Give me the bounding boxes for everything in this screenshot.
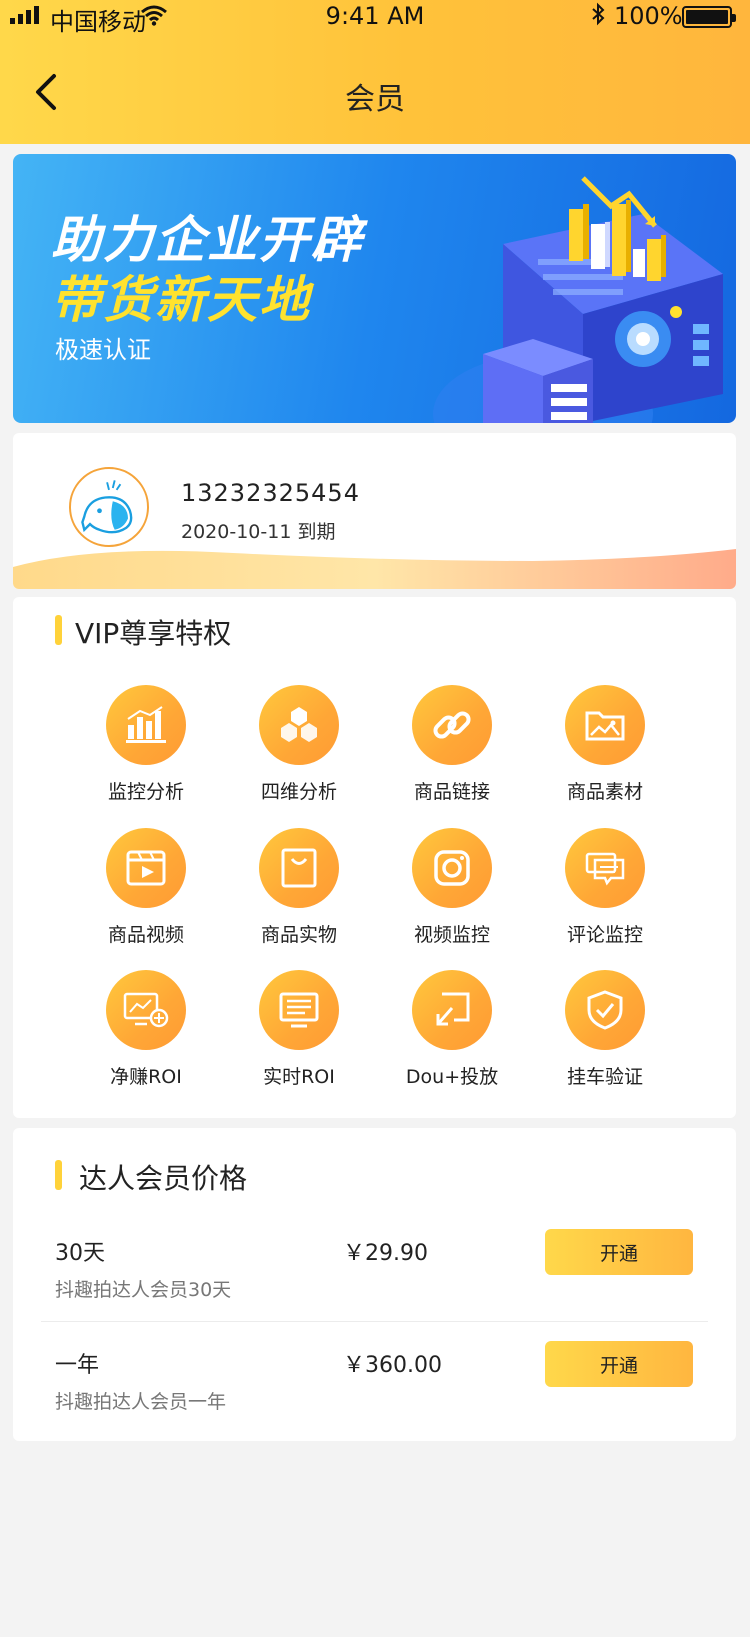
server-chart-illustration <box>433 176 723 423</box>
plan-description: 抖趣拍达人会员一年 <box>55 1391 227 1413</box>
plan-name: 30天 <box>55 1241 105 1266</box>
bar-chart-icon <box>106 685 186 765</box>
feature-label: 视频监控 <box>413 924 490 946</box>
status-bar: 中国移动 9:41 AM 100% <box>0 0 750 36</box>
banner-caption: 极速认证 <box>55 336 151 364</box>
header: 中国移动 9:41 AM 100% 会员 <box>0 0 750 144</box>
shield-check-icon <box>565 970 645 1050</box>
feature-label: 挂车验证 <box>566 1066 643 1088</box>
screen-list-icon <box>259 970 339 1050</box>
feature-label: 商品链接 <box>413 781 490 803</box>
activate-button-one-year[interactable]: 开通 <box>545 1341 693 1387</box>
feature-label: 商品素材 <box>566 781 643 803</box>
banner-subheadline: 带货新天地 <box>51 271 311 329</box>
feature-video-monitor[interactable]: 视频监控 <box>387 828 517 947</box>
feature-label: 监控分析 <box>107 781 184 803</box>
decorative-wave <box>13 549 736 589</box>
feature-label: 净赚ROI <box>110 1066 182 1088</box>
plan-price: ￥360.00 <box>343 1353 442 1378</box>
image-folder-icon <box>565 685 645 765</box>
feature-label: Dou+投放 <box>405 1066 499 1088</box>
arrow-box-icon <box>412 970 492 1050</box>
monitor-chart-icon <box>106 970 186 1050</box>
promo-banner[interactable]: 助力企业开辟 带货新天地 极速认证 <box>13 154 736 423</box>
plan-price: ￥29.90 <box>343 1241 428 1266</box>
feature-label: 商品视频 <box>107 924 184 946</box>
feature-label: 评论监控 <box>566 924 643 946</box>
feature-product-material[interactable]: 商品素材 <box>540 685 670 804</box>
page-title: 会员 <box>345 82 405 117</box>
activate-button-30-days[interactable]: 开通 <box>545 1229 693 1275</box>
divider <box>41 1321 708 1322</box>
feature-dou-plus[interactable]: Dou+投放 <box>387 970 517 1089</box>
video-icon <box>106 828 186 908</box>
camera-icon <box>412 828 492 908</box>
feature-product-physical[interactable]: 商品实物 <box>234 828 364 947</box>
feature-monitor-analysis[interactable]: 监控分析 <box>81 685 211 804</box>
vip-section-title: VIP尊享特权 <box>75 617 232 650</box>
feature-cart-verify[interactable]: 挂车验证 <box>540 970 670 1089</box>
battery-percent: 100% <box>614 2 683 30</box>
user-phone: 13232325454 <box>181 479 360 507</box>
feature-4d-analysis[interactable]: 四维分析 <box>234 685 364 804</box>
link-icon <box>412 685 492 765</box>
user-card: 13232325454 2020-10-11 到期 <box>13 433 736 589</box>
section-accent-bar <box>55 615 62 645</box>
feature-label: 四维分析 <box>260 781 337 803</box>
vip-privileges-section: VIP尊享特权 监控分析 四维分析 商品链接 商品素材 商品视频 商品实物 视频… <box>13 597 736 1118</box>
feature-label: 实时ROI <box>263 1066 335 1088</box>
feature-label: 商品实物 <box>260 924 337 946</box>
avatar[interactable] <box>69 467 149 547</box>
feature-product-link[interactable]: 商品链接 <box>387 685 517 804</box>
hexagon-cluster-icon <box>259 685 339 765</box>
feature-realtime-roi[interactable]: 实时ROI <box>234 970 364 1089</box>
feature-comment-monitor[interactable]: 评论监控 <box>540 828 670 947</box>
pricing-section: 达人会员价格 30天 ￥29.90 抖趣拍达人会员30天 开通 一年 ￥360.… <box>13 1128 736 1441</box>
comment-icon <box>565 828 645 908</box>
plan-name: 一年 <box>55 1353 100 1378</box>
section-accent-bar <box>55 1160 62 1190</box>
plan-description: 抖趣拍达人会员30天 <box>55 1279 232 1301</box>
pricing-section-title: 达人会员价格 <box>79 1162 248 1195</box>
battery-icon <box>682 6 736 28</box>
bluetooth-icon <box>592 2 605 26</box>
feature-product-video[interactable]: 商品视频 <box>81 828 211 947</box>
shopping-bag-icon <box>259 828 339 908</box>
feature-net-roi[interactable]: 净赚ROI <box>81 970 211 1089</box>
